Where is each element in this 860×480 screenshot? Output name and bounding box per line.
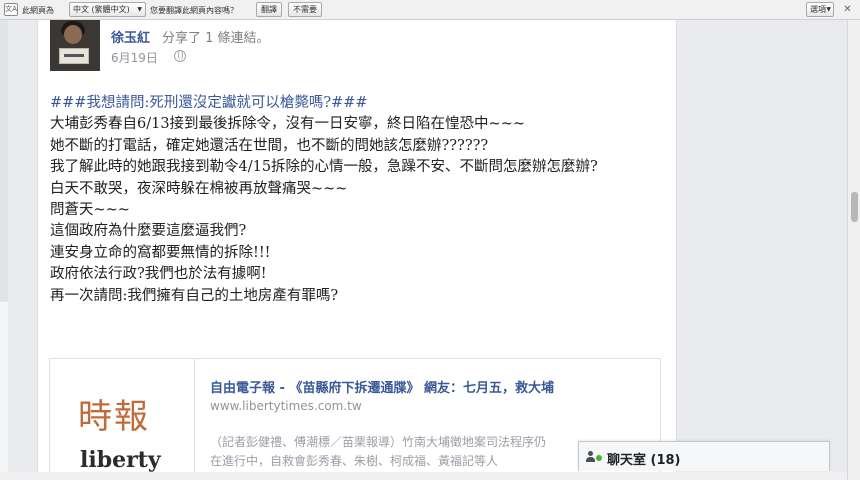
- online-status-dot: [596, 455, 602, 461]
- chat-label: 聊天室 (18): [607, 453, 681, 468]
- link-title[interactable]: 自由電子報 - 《苗縣府下拆遷通牒》 網友：七月五，救大埔: [210, 377, 554, 396]
- avatar[interactable]: [50, 20, 100, 71]
- translate-icon: 文A: [4, 3, 18, 16]
- translate-question: 您要翻譯此網頁內容嗎？: [150, 6, 238, 15]
- link-description-line: 在進行中，自救會彭秀春、朱樹、柯成福、黃福記等人: [210, 454, 499, 468]
- post-line: 問蒼天~~~: [50, 202, 130, 219]
- person-icon: [586, 451, 595, 462]
- left-rail-panel: [0, 20, 8, 302]
- link-url: www.libertytimes.com.tw: [210, 399, 362, 413]
- translate-button[interactable]: 翻譯: [256, 2, 282, 17]
- vertical-scrollbar[interactable]: [847, 20, 860, 480]
- post-line: 白天不敢哭，夜深時躲在棉被再放聲痛哭~~~: [50, 180, 348, 197]
- options-label: 選項: [810, 5, 826, 14]
- link-description-line: （記者彭健禮、傅潮標／苗栗報導）竹南大埔徵地案司法程序仍: [210, 435, 547, 449]
- post-body: ###我想請問:死刑還沒定讞就可以槍斃嗎?### 大埔彭秀春自6/13接到最後拆…: [50, 93, 650, 307]
- chevron-down-icon: ▼: [826, 6, 831, 13]
- link-description: （記者彭健禮、傅潮標／苗栗報導）竹南大埔徵地案司法程序仍 在進行中，自救會彭秀春…: [210, 433, 640, 471]
- post-line: 她不斷的打電話，確定她還活在世間，也不斷的問她該怎麼辦??????: [50, 137, 489, 154]
- site-logo-text: 時報: [78, 397, 150, 437]
- horizontal-scrollbar[interactable]: [0, 472, 847, 480]
- translate-bar: 文A 此網頁為 中文 (繁體中文) ▼ 您要翻譯此網頁內容嗎？ 翻譯 不需要 選…: [0, 0, 860, 20]
- post-line: 大埔彭秀春自6/13接到最後拆除令，沒有一日安寧，終日陷在惶恐中~~~: [50, 116, 526, 133]
- left-rail: [0, 20, 8, 480]
- avatar-face: [64, 25, 82, 44]
- chevron-down-icon: ▼: [137, 6, 142, 13]
- link-thumbnail[interactable]: 時報 liberty: [50, 359, 195, 480]
- close-icon[interactable]: ✕: [841, 3, 854, 16]
- link-preview[interactable]: 時報 liberty 自由電子報 - 《苗縣府下拆遷通牒》 網友：七月五，救大埔…: [49, 358, 661, 480]
- post-line: 再一次請問:我們擁有自己的土地房產有罪嗎?: [50, 287, 339, 304]
- nope-button[interactable]: 不需要: [288, 2, 322, 17]
- language-select-value: 中文 (繁體中文): [73, 5, 130, 14]
- options-button[interactable]: 選項 ▼: [806, 2, 834, 17]
- hashtag-link[interactable]: ###我想請問:死刑還沒定讞就可以槍斃嗎?###: [50, 95, 368, 111]
- globe-icon[interactable]: [174, 50, 186, 62]
- language-select[interactable]: 中文 (繁體中文) ▼: [69, 2, 146, 17]
- post-date[interactable]: 6月19日: [111, 49, 158, 66]
- post-line: ###我想請問:死刑還沒定讞就可以槍斃嗎?###: [50, 93, 650, 114]
- post-line: 這個政府為什麼要這麼逼我們?: [50, 223, 247, 240]
- shared-text: 分享了 1 條連結。: [162, 31, 270, 46]
- post-line: 連安身立命的窩都要無情的拆除!!!: [50, 244, 271, 261]
- author-link[interactable]: 徐玉紅: [111, 27, 150, 46]
- post-line: 我了解此時的她跟我接到勒令4/15拆除的心情一般，急躁不安、不斷問怎麼辦怎麼辦?: [50, 159, 598, 176]
- site-logo-sub: liberty: [80, 447, 161, 473]
- chat-bar[interactable]: 聊天室 (18): [578, 441, 830, 471]
- post-line: 政府依法行政?我們也於法有據啊!: [50, 266, 267, 283]
- translate-label: 此網頁為: [22, 6, 54, 15]
- avatar-sign: [59, 48, 89, 64]
- post-card: 徐玉紅 分享了 1 條連結。 6月19日 ###我想請問:死刑還沒定讞就可以槍斃…: [37, 20, 677, 480]
- scrollbar-thumb[interactable]: [851, 192, 858, 222]
